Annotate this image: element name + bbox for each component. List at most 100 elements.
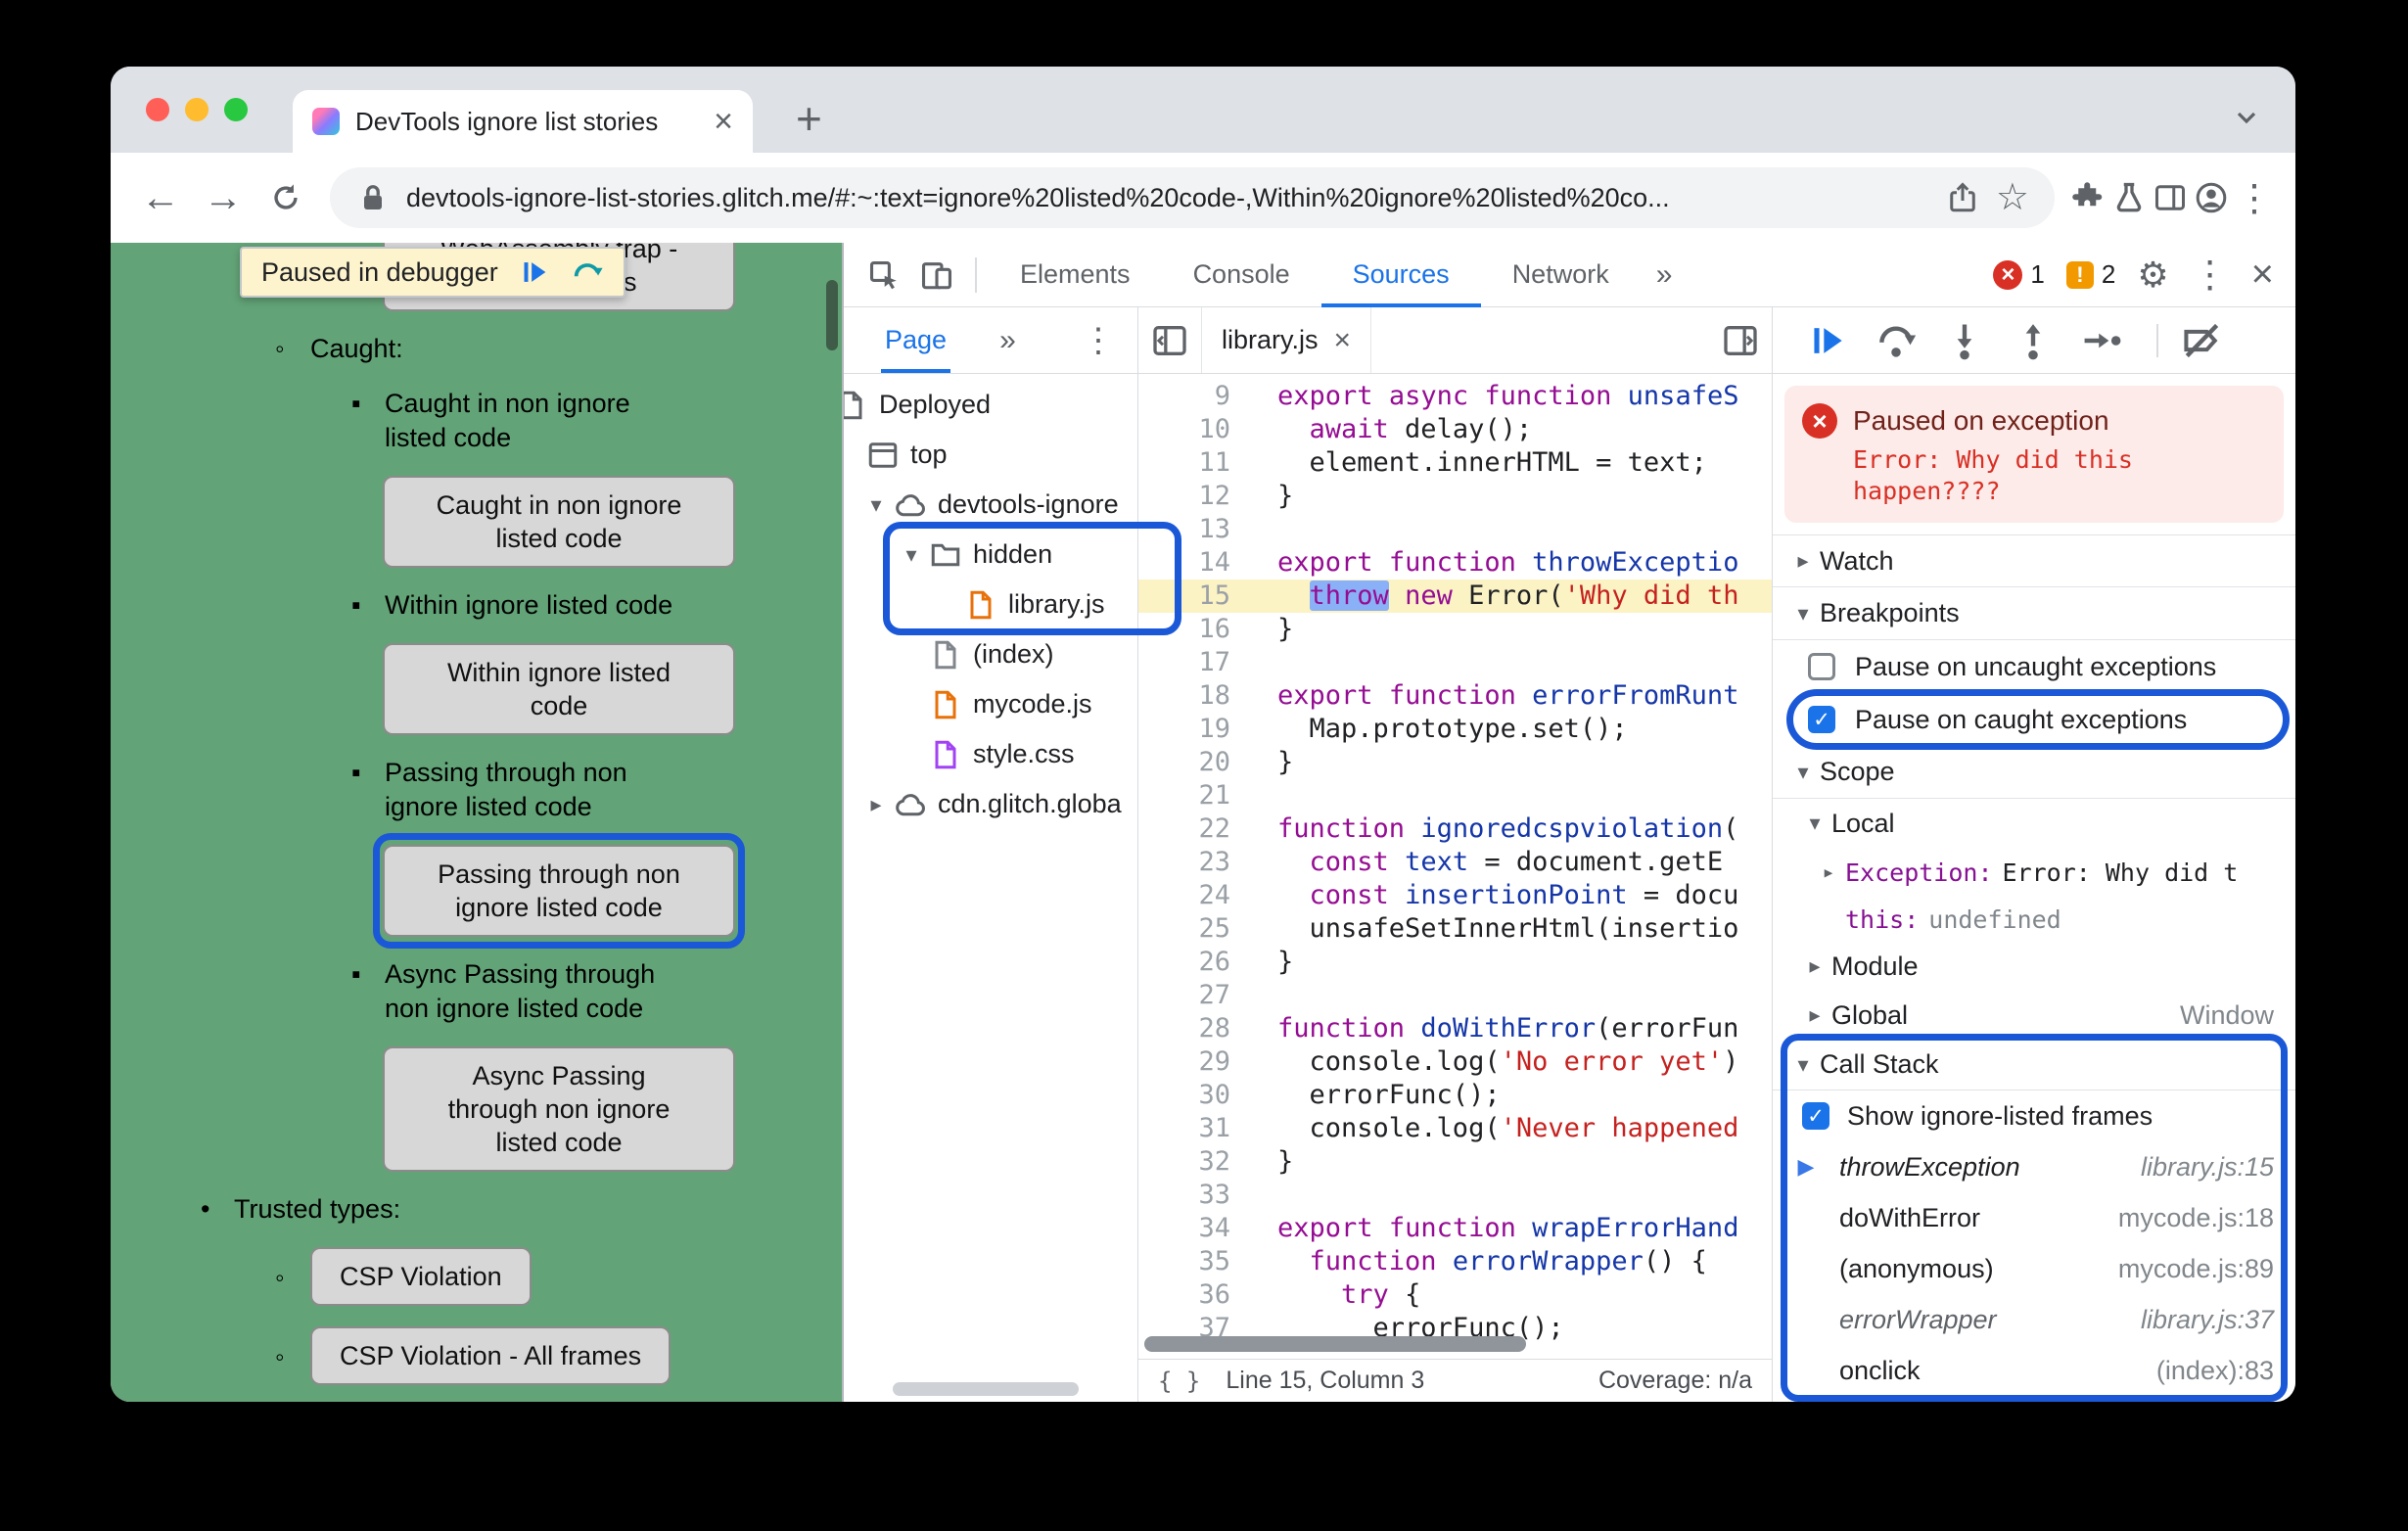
callstack-frame[interactable]: doWithError mycode.js:18: [1773, 1192, 2295, 1243]
scope-section-header[interactable]: ▾ Scope: [1773, 746, 2295, 799]
code-line[interactable]: 32}: [1138, 1145, 1772, 1179]
code-line[interactable]: 28 function doWithError(errorFun: [1138, 1012, 1772, 1045]
navigator-scrollbar[interactable]: [893, 1382, 1079, 1396]
error-badge[interactable]: × 1: [1993, 259, 2045, 290]
chrome-labs-flask-icon[interactable]: [2111, 180, 2147, 215]
code-line[interactable]: 10 await delay();: [1138, 413, 1772, 446]
callstack-frame[interactable]: errorWrapper library.js:37: [1773, 1294, 2295, 1345]
line-number[interactable]: 26: [1138, 946, 1254, 979]
disclosure-triangle-icon[interactable]: ▾: [1786, 601, 1820, 626]
pretty-print-button[interactable]: { }: [1158, 1368, 1200, 1395]
code-line[interactable]: 26}: [1138, 946, 1772, 979]
code-line[interactable]: 30 errorFunc();: [1138, 1079, 1772, 1112]
code-line[interactable]: 15 throw new Error('Why did th: [1138, 580, 1772, 613]
overlay-step-icon[interactable]: [571, 255, 604, 289]
file-tree-item--index-[interactable]: (index): [844, 629, 1137, 679]
line-number[interactable]: 19: [1138, 713, 1254, 746]
code-line[interactable]: 9 export async function unsafeS: [1138, 380, 1772, 413]
disclosure-triangle-icon[interactable]: ▾: [1798, 811, 1831, 836]
step-out-button[interactable]: [2012, 319, 2055, 362]
breakpoint-row[interactable]: ✓ Pause on caught exceptions: [1773, 693, 2295, 746]
toggle-sidebar-icon[interactable]: [1721, 321, 1760, 360]
disclosure-triangle-icon[interactable]: ▸: [1786, 548, 1820, 574]
tree-disclosure-triangle-icon[interactable]: ▾: [895, 542, 928, 568]
devtools-tab-elements[interactable]: Elements: [989, 243, 1162, 307]
page-button[interactable]: Caught in non ignore listed code: [383, 476, 735, 568]
tab-search-chevron-icon[interactable]: [2231, 102, 2262, 133]
line-number[interactable]: 11: [1138, 446, 1254, 480]
code-line[interactable]: 13: [1138, 513, 1772, 546]
code-line[interactable]: 31 console.log('Never happened: [1138, 1112, 1772, 1145]
file-tree-item-library-js[interactable]: library.js: [844, 580, 1137, 629]
callstack-frame[interactable]: (anonymous) mycode.js:89: [1773, 1243, 2295, 1294]
file-tree-item-hidden[interactable]: ▾ hidden: [844, 530, 1137, 580]
file-tree-item-devtools-ignore[interactable]: ▾ devtools-ignore: [844, 480, 1137, 530]
code-line[interactable]: 36 try {: [1138, 1278, 1772, 1312]
line-number[interactable]: 33: [1138, 1179, 1254, 1212]
file-tree-item-style-css[interactable]: style.css: [844, 729, 1137, 779]
file-tree-item-cdn-glitch-globa[interactable]: ▸ cdn.glitch.globa: [844, 779, 1137, 829]
device-toolbar-icon[interactable]: [910, 255, 963, 295]
scrollbar-thumb[interactable]: [1144, 1336, 1526, 1352]
disclosure-triangle-icon[interactable]: ▸: [1798, 1002, 1831, 1028]
line-number[interactable]: 20: [1138, 746, 1254, 779]
checkbox-checked-icon[interactable]: ✓: [1802, 1102, 1829, 1130]
scope-property[interactable]: ▸ Exception: Error: Why did t: [1773, 848, 2295, 897]
scope-group-global[interactable]: ▸ Global Window: [1773, 991, 2295, 1040]
code-line[interactable]: 11 element.innerHTML = text;: [1138, 446, 1772, 480]
callstack-frame[interactable]: onclick (index):83: [1773, 1345, 2295, 1396]
devtools-tab-sources[interactable]: Sources: [1321, 243, 1481, 307]
settings-gear-icon[interactable]: ⚙: [2137, 255, 2168, 296]
line-number[interactable]: 12: [1138, 480, 1254, 513]
disclosure-triangle-icon[interactable]: ▸: [1798, 953, 1831, 979]
step-into-button[interactable]: [1943, 319, 1986, 362]
share-icon[interactable]: [1945, 180, 1980, 215]
code-line[interactable]: 22 function ignoredcspviolation(: [1138, 812, 1772, 846]
code-line[interactable]: 23 const text = document.getE: [1138, 846, 1772, 879]
source-tab-close-icon[interactable]: ×: [1334, 324, 1352, 357]
file-tree-item-mycode-js[interactable]: mycode.js: [844, 679, 1137, 729]
line-number[interactable]: 23: [1138, 846, 1254, 879]
step-over-button[interactable]: [1875, 319, 1918, 362]
code-line[interactable]: 12}: [1138, 480, 1772, 513]
code-line[interactable]: 14 export function throwExceptio: [1138, 546, 1772, 580]
page-button[interactable]: CSP Violation - All frames: [310, 1326, 671, 1385]
step-button[interactable]: [2080, 319, 2123, 362]
breakpoints-section-header[interactable]: ▾ Breakpoints: [1773, 587, 2295, 640]
checkbox-unchecked-icon[interactable]: [1808, 653, 1835, 680]
address-bar[interactable]: devtools-ignore-list-stories.glitch.me/#…: [330, 167, 2055, 228]
side-panel-icon[interactable]: [2153, 180, 2188, 215]
line-number[interactable]: 30: [1138, 1079, 1254, 1112]
line-number[interactable]: 10: [1138, 413, 1254, 446]
line-number[interactable]: 34: [1138, 1212, 1254, 1245]
more-panels-chevron[interactable]: »: [1641, 258, 1689, 292]
line-number[interactable]: 17: [1138, 646, 1254, 679]
extensions-puzzle-icon[interactable]: [2070, 180, 2106, 215]
line-number[interactable]: 13: [1138, 513, 1254, 546]
line-number[interactable]: 27: [1138, 979, 1254, 1012]
navigator-tab-page[interactable]: Page: [881, 307, 950, 373]
inspect-element-icon[interactable]: [857, 255, 910, 295]
code-line[interactable]: 20}: [1138, 746, 1772, 779]
code-line[interactable]: 33: [1138, 1179, 1772, 1212]
overlay-resume-icon[interactable]: [518, 255, 551, 289]
scope-group-local[interactable]: ▾ Local: [1773, 799, 2295, 848]
navigator-kebab-icon[interactable]: ⋮: [1079, 321, 1118, 360]
line-number[interactable]: 29: [1138, 1045, 1254, 1079]
tree-disclosure-triangle-icon[interactable]: ▾: [859, 492, 893, 518]
issues-badge[interactable]: ! 2: [2065, 259, 2115, 290]
minimize-window-button[interactable]: [185, 98, 208, 121]
profile-avatar-icon[interactable]: [2194, 180, 2229, 215]
code-editor[interactable]: 9 export async function unsafeS 10 await d…: [1138, 374, 1773, 1402]
line-number[interactable]: 14: [1138, 546, 1254, 580]
line-number[interactable]: 24: [1138, 879, 1254, 912]
editor-horizontal-scrollbar[interactable]: [1138, 1329, 1772, 1359]
watch-section-header[interactable]: ▸ Watch: [1773, 534, 2295, 587]
line-number[interactable]: 25: [1138, 912, 1254, 946]
source-file-tab[interactable]: library.js ×: [1201, 307, 1372, 373]
line-number[interactable]: 28: [1138, 1012, 1254, 1045]
devtools-tab-network[interactable]: Network: [1481, 243, 1641, 307]
line-number[interactable]: 35: [1138, 1245, 1254, 1278]
page-button[interactable]: Within ignore listed code: [383, 643, 735, 735]
code-line[interactable]: 35 function errorWrapper() {: [1138, 1245, 1772, 1278]
